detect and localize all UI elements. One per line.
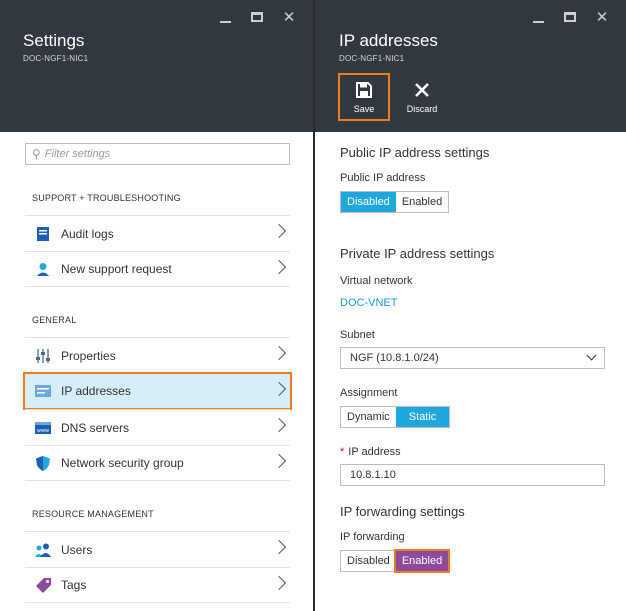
discard-button[interactable]: Discard (396, 73, 448, 121)
close-button[interactable]: ✕ (273, 8, 305, 26)
ip-address-input[interactable]: 10.8.1.10 (340, 464, 605, 486)
sidebar-item-label: Properties (61, 348, 116, 363)
private-ip-heading: Private IP address settings (340, 246, 495, 261)
section-label-support: SUPPORT + TROUBLESHOOTING (32, 193, 181, 203)
sidebar-item-label: New support request (61, 262, 172, 276)
assignment-static-option[interactable]: Static (395, 407, 450, 427)
section-label-resource-management: RESOURCE MANAGEMENT (32, 509, 154, 519)
public-ip-enabled-option[interactable]: Enabled (396, 192, 448, 212)
discard-label: Discard (406, 104, 438, 114)
sidebar-item-dns-servers[interactable]: www DNS servers (25, 409, 290, 445)
command-bar: Save Discard (338, 73, 454, 121)
users-icon (35, 542, 51, 558)
sidebar-item-properties[interactable]: Properties (25, 337, 290, 373)
sidebar-item-users[interactable]: Users (25, 531, 290, 567)
virtual-network-label: Virtual network (340, 275, 413, 287)
ip-forwarding-enabled-option[interactable]: Enabled (393, 549, 451, 573)
public-ip-disabled-option[interactable]: Disabled (341, 192, 396, 212)
public-ip-heading: Public IP address settings (340, 145, 490, 160)
ip-blade-subtitle: DOC-NGF1-NIC1 (339, 54, 405, 63)
discard-x-icon (415, 81, 429, 99)
sidebar-item-network-security-group[interactable]: Network security group (25, 445, 290, 481)
save-label: Save (353, 104, 375, 114)
ip-forwarding-label: IP forwarding (340, 531, 405, 543)
public-ip-label: Public IP address (340, 172, 426, 184)
support-person-icon (35, 261, 51, 277)
ip-forwarding-toggle: Disabled Enabled (340, 549, 451, 573)
sidebar-item-label: Network security group (61, 456, 184, 470)
chevron-right-icon (271, 417, 287, 433)
dns-server-icon: www (35, 420, 51, 436)
properties-sliders-icon (35, 348, 51, 364)
search-icon: ⚲ (32, 147, 41, 161)
svg-text:www: www (37, 428, 49, 434)
audit-log-icon (35, 226, 51, 242)
filter-settings-input[interactable]: ⚲ Filter settings (25, 143, 290, 165)
minimize-icon (532, 20, 544, 23)
settings-title: Settings (23, 31, 85, 50)
sidebar-item-label: Users (61, 542, 93, 557)
save-button[interactable]: Save (338, 73, 390, 121)
ip-blade-title: IP addresses (339, 31, 438, 50)
settings-blade: Settings DOC-NGF1-NIC1 ✕ ⚲ Filter settin… (0, 0, 313, 611)
ip-addresses-blade: IP addresses DOC-NGF1-NIC1 ✕ Save Discar… (315, 0, 626, 611)
sidebar-item-label: IP addresses (61, 384, 131, 398)
sidebar-item-label: DNS servers (61, 420, 130, 435)
filter-placeholder: Filter settings (44, 148, 111, 160)
assignment-label: Assignment (340, 387, 398, 399)
maximize-button[interactable] (241, 8, 273, 26)
chevron-right-icon (271, 345, 287, 361)
minimize-button[interactable] (522, 8, 554, 26)
section-label-general: GENERAL (32, 315, 77, 325)
tag-icon (35, 577, 51, 593)
ip-address-label: IP address (348, 446, 401, 458)
sidebar-item-new-support-request[interactable]: New support request (25, 251, 290, 287)
sidebar-item-label: Tags (61, 578, 87, 592)
maximize-icon (251, 12, 263, 22)
subnet-select[interactable]: NGF (10.8.1.0/24) (340, 347, 605, 369)
close-button[interactable]: ✕ (586, 8, 618, 26)
ip-address-label-row: * IP address (340, 446, 401, 458)
assignment-toggle: Dynamic Static (340, 406, 451, 428)
minimize-button[interactable] (209, 8, 241, 26)
chevron-right-icon (271, 223, 287, 239)
ip-blade-header: IP addresses DOC-NGF1-NIC1 ✕ Save Discar… (315, 0, 626, 132)
sidebar-item-label: Audit logs (61, 226, 114, 241)
chevron-right-icon (271, 259, 287, 275)
maximize-button[interactable] (554, 8, 586, 26)
required-marker: * (340, 446, 345, 458)
close-icon: ✕ (282, 8, 296, 26)
chevron-right-icon (271, 381, 287, 397)
save-disk-icon (356, 81, 372, 99)
chevron-down-icon (586, 350, 597, 361)
shield-icon (35, 455, 51, 471)
subnet-label: Subnet (340, 329, 375, 341)
virtual-network-link[interactable]: DOC-VNET (340, 297, 397, 309)
chevron-right-icon (271, 539, 287, 555)
subnet-value: NGF (10.8.1.0/24) (350, 352, 439, 364)
settings-window-controls: ✕ (209, 8, 305, 26)
settings-subtitle: DOC-NGF1-NIC1 (23, 54, 89, 63)
assignment-dynamic-option[interactable]: Dynamic (341, 407, 396, 427)
ip-window-controls: ✕ (522, 8, 618, 26)
ip-forwarding-heading: IP forwarding settings (340, 504, 465, 519)
chevron-right-icon (271, 453, 287, 469)
ip-address-value: 10.8.1.10 (350, 469, 396, 481)
public-ip-toggle: Disabled Enabled (340, 191, 450, 213)
minimize-icon (219, 20, 231, 23)
sidebar-item-audit-logs[interactable]: Audit logs (25, 215, 290, 251)
maximize-icon (564, 12, 576, 22)
chevron-right-icon (271, 575, 287, 591)
close-icon: ✕ (595, 8, 609, 26)
sidebar-item-tags[interactable]: Tags (25, 567, 290, 603)
ip-forwarding-disabled-option[interactable]: Disabled (341, 551, 396, 571)
sidebar-item-ip-addresses[interactable]: IP addresses (23, 372, 292, 410)
ip-address-icon (35, 383, 51, 399)
settings-blade-header: Settings DOC-NGF1-NIC1 ✕ (0, 0, 313, 132)
